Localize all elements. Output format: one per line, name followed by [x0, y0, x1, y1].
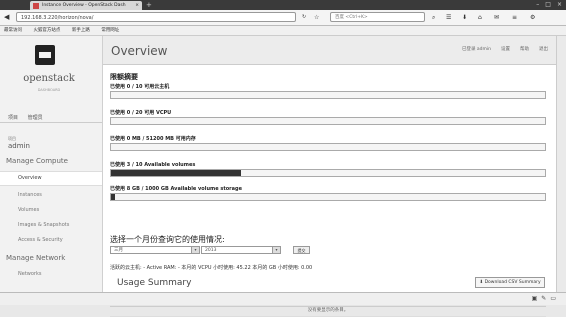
- bookmark-item[interactable]: 新手上路: [72, 28, 90, 33]
- status-bar: ▣ ✎ ▭: [0, 292, 566, 305]
- status-icon[interactable]: ▭: [550, 295, 556, 302]
- sidebar-item-instances[interactable]: Instances: [18, 192, 42, 198]
- quota-label: 已使用 3 / 10 Available volumes: [110, 162, 196, 168]
- close-tab-icon[interactable]: ×: [135, 3, 139, 8]
- logout-link[interactable]: 退出: [539, 46, 548, 52]
- minimize-icon[interactable]: –: [536, 1, 539, 8]
- sidebar-item-volumes[interactable]: Volumes: [18, 207, 39, 213]
- scrollbar[interactable]: [556, 36, 566, 292]
- quota-title: 限额摘要: [110, 73, 138, 81]
- back-icon[interactable]: ◀: [4, 13, 9, 22]
- sidebar-item-label: Overview: [18, 175, 42, 181]
- search-icon[interactable]: ⌕: [432, 13, 435, 22]
- sidebar-tabs: 项目 管理员: [8, 114, 51, 121]
- bookmark-item[interactable]: 常用网址: [101, 28, 119, 33]
- section-manage-network: Manage Network: [6, 254, 66, 262]
- bookmarks-icon[interactable]: ☰: [446, 13, 451, 22]
- reload-icon[interactable]: ↻: [302, 13, 306, 22]
- logo-subtitle: DASHBOARD: [37, 88, 61, 92]
- empty-table-row: 没有要显示的条目。: [110, 306, 546, 317]
- submit-button[interactable]: 提交: [293, 246, 310, 254]
- main-content: Overview 已登录 admin 设置 帮助 退出 限额摘要 已使用 0 /…: [103, 36, 566, 317]
- page-header: Overview 已登录 admin 设置 帮助 退出: [103, 36, 566, 65]
- logged-in-user: 已登录 admin: [461, 47, 491, 52]
- star-icon[interactable]: ☆: [314, 13, 319, 22]
- home-icon[interactable]: ⌂: [478, 13, 482, 22]
- download-csv-button[interactable]: ⬇ Download CSV Summary: [475, 277, 545, 288]
- openstack-logo-icon: [35, 45, 55, 65]
- url-bar[interactable]: 192.168.3.220/horizon/nova/: [16, 12, 296, 22]
- header-links: 已登录 admin 设置 帮助 退出: [462, 46, 548, 52]
- window-controls: – □ ×: [536, 1, 562, 8]
- divider: [0, 122, 102, 123]
- settings-link[interactable]: 设置: [501, 46, 510, 52]
- bookmarks-bar: 最常访问 火狐官方站点 新手上路 常用网址: [0, 26, 566, 36]
- usage-summary-title: Usage Summary: [117, 278, 192, 288]
- usage-question: 选择一个月份查询它的使用情况:: [110, 235, 225, 244]
- sidebar-item-overview[interactable]: Overview: [0, 171, 102, 186]
- month-select[interactable]: 三月 ▾: [110, 246, 200, 254]
- quota-bar: [110, 143, 546, 151]
- status-icons: ▣ ✎ ▭: [532, 295, 556, 302]
- quota-bar: [110, 117, 546, 125]
- sidebar: openstack DASHBOARD 项目 管理员 项目 admin Mana…: [0, 36, 103, 292]
- sidebar-item-images[interactable]: Images & Snapshots: [18, 222, 69, 228]
- page-title: Overview: [111, 44, 168, 58]
- quota-fill: [111, 170, 242, 176]
- favicon-icon: [33, 2, 39, 9]
- tab-admin[interactable]: 管理员: [28, 115, 43, 121]
- settings-icon[interactable]: ⚙: [530, 13, 535, 22]
- bookmark-item[interactable]: 火狐官方站点: [33, 28, 60, 33]
- bookmark-item[interactable]: 最常访问: [4, 28, 22, 33]
- chevron-down-icon: ▾: [272, 247, 280, 253]
- navigation-bar: ◀ 192.168.3.220/horizon/nova/ ↻ ☆ 百度 <Ct…: [0, 10, 566, 26]
- usage-stats-line: 活跃的云主机: - Active RAM: - 本月的 VCPU 小时使用: 4…: [110, 265, 313, 271]
- quota-bar: [110, 193, 546, 201]
- project-selector[interactable]: admin: [8, 142, 30, 150]
- quota-bar: [110, 169, 546, 177]
- tab-project[interactable]: 项目: [8, 115, 18, 121]
- download-icon[interactable]: ⬇: [462, 13, 467, 22]
- status-icon[interactable]: ✎: [541, 295, 546, 302]
- year-value: 2013: [205, 248, 217, 253]
- quota-bar: [110, 91, 546, 99]
- month-value: 三月: [114, 248, 123, 253]
- search-input[interactable]: 百度 <Ctrl+K>: [330, 12, 425, 22]
- close-window-icon[interactable]: ×: [557, 1, 562, 8]
- year-select[interactable]: 2013 ▾: [201, 246, 281, 254]
- quota-fill: [111, 194, 116, 200]
- logo-text: openstack: [23, 73, 75, 84]
- browser-tab[interactable]: Instance Overview - OpenStack Dash ×: [30, 1, 142, 10]
- chevron-down-icon: ▾: [191, 247, 199, 253]
- new-tab-button[interactable]: +: [146, 2, 152, 9]
- addon-icon[interactable]: ✉: [494, 13, 499, 22]
- quota-label: 已使用 0 / 20 可用 VCPU: [110, 110, 172, 116]
- maximize-icon[interactable]: □: [545, 1, 551, 8]
- quota-label: 已使用 8 GB / 1000 GB Available volume stor…: [110, 186, 242, 192]
- menu-icon[interactable]: ≡: [512, 13, 517, 22]
- quota-label: 已使用 0 MB / 51200 MB 可用内存: [110, 136, 196, 142]
- sidebar-item-access-security[interactable]: Access & Security: [18, 237, 63, 243]
- help-link[interactable]: 帮助: [520, 46, 529, 52]
- status-icon[interactable]: ▣: [532, 295, 538, 302]
- sidebar-item-networks[interactable]: Networks: [18, 271, 41, 277]
- section-manage-compute: Manage Compute: [6, 157, 68, 165]
- quota-label: 已使用 0 / 10 可用云主机: [110, 84, 170, 90]
- browser-tab-title: Instance Overview - OpenStack Dash: [42, 3, 126, 8]
- download-csv-label: Download CSV Summary: [484, 280, 541, 285]
